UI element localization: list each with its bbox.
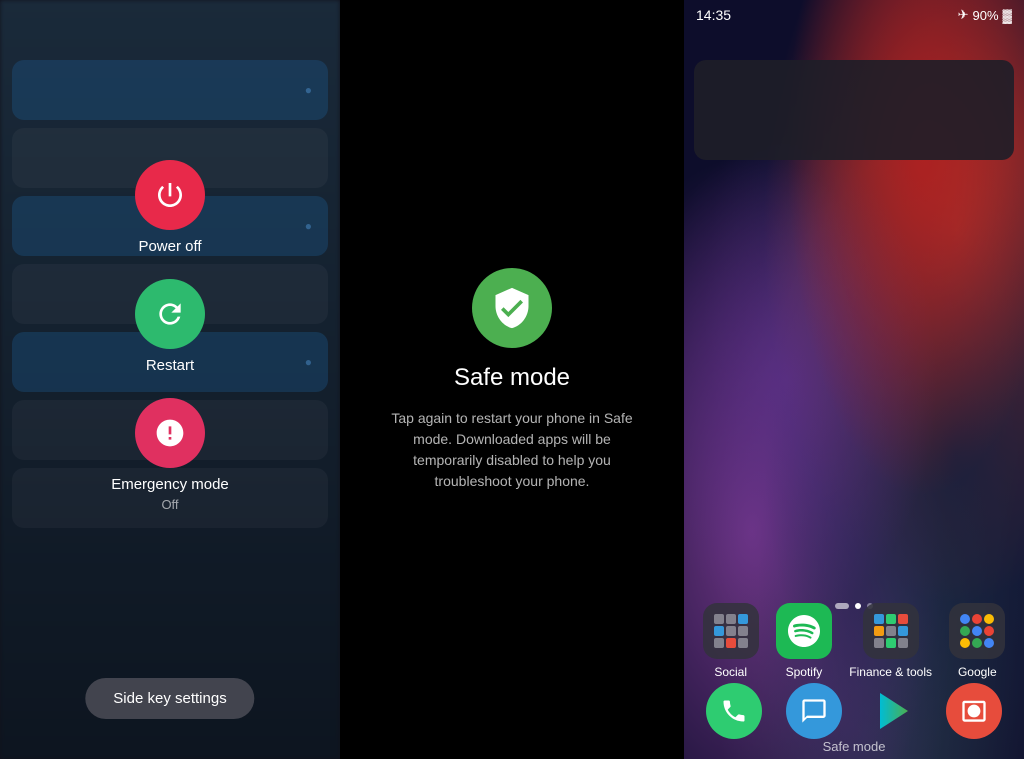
- safe-mode-description: Tap again to restart your phone in Safe …: [380, 408, 644, 492]
- mini-dot: [886, 638, 896, 648]
- g-dot-yellow2: [960, 638, 970, 648]
- restart-icon-circle: [135, 279, 205, 349]
- finance-label: Finance & tools: [849, 665, 932, 679]
- status-time: 14:35: [696, 7, 731, 23]
- g-dot-blue2: [972, 626, 982, 636]
- spotify-icon: [776, 603, 832, 659]
- camera-icon: [960, 697, 988, 725]
- mini-dot: [726, 626, 736, 636]
- mini-dot: [874, 626, 884, 636]
- g-dot-red: [972, 614, 982, 624]
- spotify-label: Spotify: [786, 665, 823, 679]
- app-finance[interactable]: Finance & tools: [849, 603, 932, 679]
- mini-dot: [898, 638, 908, 648]
- power-off-label: Power off: [138, 238, 201, 255]
- blur-row-1: ●: [12, 60, 328, 120]
- status-icons: ✈ 90% ▓: [958, 7, 1012, 23]
- mini-dot: [714, 638, 724, 648]
- app-google[interactable]: Google: [949, 603, 1005, 679]
- mini-dot: [726, 638, 736, 648]
- restart-icon: [154, 298, 186, 330]
- emergency-icon-circle: [135, 398, 205, 468]
- google-label: Google: [958, 665, 997, 679]
- emergency-icon: [154, 417, 186, 449]
- dock-play-store[interactable]: [866, 683, 922, 739]
- shield-check-icon: [490, 286, 534, 330]
- mini-dot: [898, 626, 908, 636]
- bottom-dock: [684, 683, 1024, 739]
- battery-icon: ▓: [1003, 8, 1012, 23]
- safe-mode-title: Safe mode: [454, 364, 570, 392]
- restart-item[interactable]: Restart: [135, 279, 205, 374]
- emergency-label: Emergency mode: [111, 476, 229, 493]
- emergency-item[interactable]: Emergency mode Off: [111, 398, 229, 512]
- play-store-icon: [870, 687, 918, 735]
- mini-dot: [874, 638, 884, 648]
- dock-messages[interactable]: [786, 683, 842, 739]
- app-grid: Social Spotify: [684, 603, 1024, 679]
- status-bar: 14:35 ✈ 90% ▓: [684, 0, 1024, 30]
- mini-dot: [714, 614, 724, 624]
- right-phone-panel: 14:35 ✈ 90% ▓: [684, 0, 1024, 759]
- restart-label: Restart: [146, 357, 194, 374]
- phone-icon: [720, 697, 748, 725]
- left-power-panel: ● ● ● Power off Restart: [0, 0, 340, 759]
- emergency-sublabel: Off: [161, 497, 178, 512]
- g-dot-blue3: [984, 638, 994, 648]
- middle-safe-mode-panel: Safe mode Tap again to restart your phon…: [340, 0, 684, 759]
- dock-camera[interactable]: [946, 683, 1002, 739]
- mini-dot: [874, 614, 884, 624]
- safe-mode-bottom-label: Safe mode: [684, 739, 1024, 754]
- spotify-logo: [788, 615, 820, 647]
- mini-dot: [898, 614, 908, 624]
- finance-icon: [863, 603, 919, 659]
- mini-dot: [714, 626, 724, 636]
- app-spotify[interactable]: Spotify: [776, 603, 832, 679]
- mini-dot: [738, 638, 748, 648]
- g-dot-yellow: [984, 614, 994, 624]
- safe-mode-icon-circle[interactable]: [472, 268, 552, 348]
- airplane-icon: ✈: [958, 7, 969, 23]
- power-icon: [154, 179, 186, 211]
- mini-dot: [886, 626, 896, 636]
- battery-text: 90%: [972, 8, 998, 23]
- mini-dot: [886, 614, 896, 624]
- mini-dot: [738, 626, 748, 636]
- g-dot-green2: [972, 638, 982, 648]
- g-dot-red2: [984, 626, 994, 636]
- dock-phone[interactable]: [706, 683, 762, 739]
- g-dot-blue: [960, 614, 970, 624]
- messages-icon: [800, 697, 828, 725]
- notification-overlay-box: [694, 60, 1014, 160]
- power-off-icon-circle: [135, 160, 205, 230]
- power-off-item[interactable]: Power off: [135, 160, 205, 255]
- mini-dot: [738, 614, 748, 624]
- google-icon: [949, 603, 1005, 659]
- social-icon: [703, 603, 759, 659]
- power-menu: Power off Restart Emergency mode Off: [0, 160, 340, 512]
- mini-dot: [726, 614, 736, 624]
- g-dot-green: [960, 626, 970, 636]
- app-social[interactable]: Social: [703, 603, 759, 679]
- social-label: Social: [714, 665, 747, 679]
- side-key-settings-button[interactable]: Side key settings: [85, 678, 254, 719]
